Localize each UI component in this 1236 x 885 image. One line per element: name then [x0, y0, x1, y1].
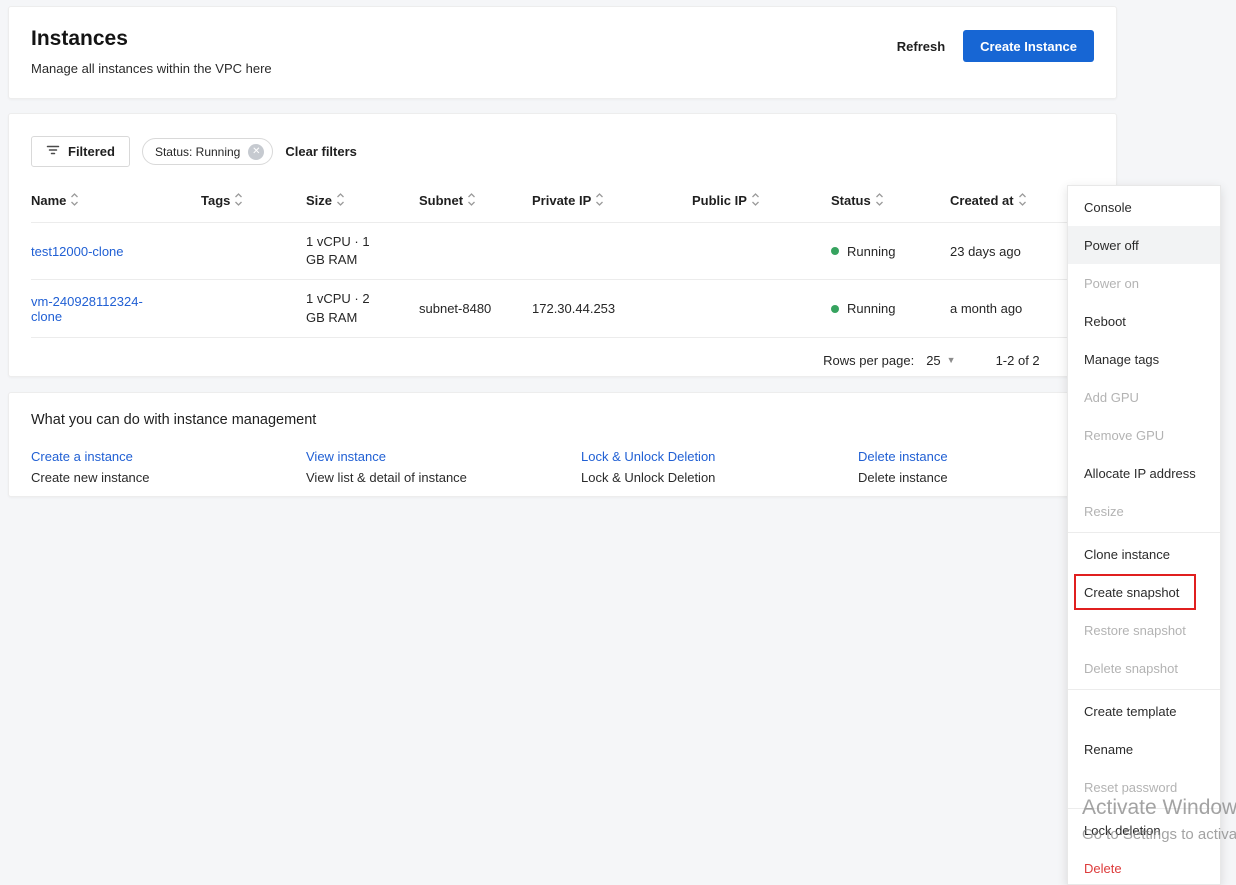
- instance-name-link[interactable]: test12000-clone: [31, 244, 124, 259]
- menu-item-allocate-ip-address[interactable]: Allocate IP address: [1068, 454, 1220, 492]
- help-item: Delete instance Delete instance: [858, 449, 1094, 485]
- page-title: Instances: [31, 27, 128, 50]
- delete-instance-link[interactable]: Delete instance: [858, 449, 948, 464]
- menu-item-console[interactable]: Console: [1068, 188, 1220, 226]
- sort-updown-icon: [467, 193, 476, 209]
- view-instance-link[interactable]: View instance: [306, 449, 386, 464]
- help-card: What you can do with instance management…: [8, 392, 1117, 497]
- pagination-bar: Rows per page: 25 ▼ 1-2 of 2 ‹: [31, 336, 1096, 383]
- sort-updown-icon: [70, 193, 79, 209]
- subnet-cell: [419, 221, 532, 280]
- sort-updown-icon: [1018, 193, 1027, 209]
- menu-divider: [1068, 532, 1220, 533]
- lock-unlock-deletion-link[interactable]: Lock & Unlock Deletion: [581, 449, 715, 464]
- sort-updown-icon: [336, 193, 345, 209]
- instances-card: Filtered Status: Running ✕ Clear filters…: [8, 113, 1117, 377]
- page-subtitle: Manage all instances within the VPC here: [31, 61, 272, 76]
- pagination-range: 1-2 of 2: [995, 352, 1040, 368]
- column-header-private-ip[interactable]: Private IP: [532, 181, 692, 223]
- status-badge: Running: [831, 244, 942, 259]
- status-badge: Running: [831, 301, 942, 316]
- filtered-button[interactable]: Filtered: [31, 136, 130, 167]
- table-row[interactable]: vm-240928112324-clone 1 vCPU · 2 GB RAM …: [31, 279, 1096, 337]
- help-item-description: Lock & Unlock Deletion: [581, 470, 716, 485]
- sort-updown-icon: [875, 193, 884, 209]
- help-item-description: Delete instance: [858, 470, 948, 485]
- filter-row: Filtered Status: Running ✕ Clear filters: [31, 136, 1094, 167]
- create-instance-button[interactable]: Create Instance: [963, 30, 1094, 62]
- chevron-down-icon: ▼: [946, 355, 956, 366]
- menu-item-manage-tags[interactable]: Manage tags: [1068, 340, 1220, 378]
- column-header-name[interactable]: Name: [31, 181, 201, 223]
- page-header-card: Instances Manage all instances within th…: [8, 6, 1117, 99]
- column-header-size[interactable]: Size: [306, 181, 419, 223]
- menu-item-resize: Resize: [1084, 503, 1124, 519]
- menu-item-power-on: Power on: [1084, 275, 1139, 291]
- menu-item-power-off[interactable]: Power off: [1068, 226, 1220, 264]
- menu-item-create-snapshot[interactable]: Create snapshot: [1068, 573, 1220, 611]
- column-header-status[interactable]: Status: [831, 181, 950, 223]
- header-actions: Refresh Create Instance: [897, 29, 1094, 63]
- instance-name-link[interactable]: vm-240928112324-clone: [31, 294, 159, 324]
- help-links-grid: Create a instance Create new instance Vi…: [31, 449, 1094, 485]
- context-menu: Console Power off Power on Reboot Manage…: [1067, 185, 1221, 885]
- filter-lines-icon: [46, 143, 60, 160]
- table-row[interactable]: test12000-clone 1 vCPU · 1 GB RAM Runnin…: [31, 221, 1096, 280]
- menu-item-reset-password: Reset password: [1084, 779, 1178, 795]
- public-ip-cell: [692, 221, 831, 280]
- tags-cell: [201, 279, 306, 337]
- size-cell: 1 vCPU · 1 GB RAM: [306, 234, 370, 268]
- menu-item-restore-snapshot: Restore snapshot: [1084, 622, 1186, 638]
- page-header-text: Instances Manage all instances within th…: [31, 27, 272, 78]
- menu-item-create-template[interactable]: Create template: [1068, 692, 1220, 730]
- refresh-button[interactable]: Refresh: [897, 39, 945, 54]
- help-item: Lock & Unlock Deletion Lock & Unlock Del…: [581, 449, 858, 485]
- filter-chip-label: Status: Running: [154, 144, 241, 159]
- status-dot-icon: [831, 247, 839, 256]
- create-instance-link[interactable]: Create a instance: [31, 449, 133, 464]
- menu-item-rename[interactable]: Rename: [1068, 730, 1220, 768]
- menu-item-add-gpu: Add GPU: [1084, 389, 1139, 405]
- menu-item-delete-snapshot: Delete snapshot: [1084, 660, 1178, 676]
- help-item-description: Create new instance: [31, 470, 150, 485]
- rows-per-page-select[interactable]: 25 ▼: [926, 353, 955, 368]
- filter-chip-status[interactable]: Status: Running ✕: [141, 138, 274, 165]
- public-ip-cell: [692, 279, 831, 337]
- status-dot-icon: [831, 304, 839, 313]
- menu-item-clone-instance[interactable]: Clone instance: [1068, 535, 1220, 573]
- help-item: Create a instance Create new instance: [31, 449, 306, 485]
- sort-updown-icon: [751, 193, 760, 209]
- close-circle-icon[interactable]: ✕: [248, 143, 265, 160]
- column-header-tags[interactable]: Tags: [201, 181, 306, 223]
- table-header-row: Name Tags Size Subnet Private IP Public …: [31, 181, 1096, 223]
- column-header-subnet[interactable]: Subnet: [419, 181, 532, 223]
- sort-updown-icon: [595, 193, 604, 209]
- private-ip-cell: 172.30.44.253: [532, 279, 692, 337]
- menu-divider: [1068, 808, 1220, 809]
- menu-item-lock-deletion[interactable]: Lock deletion: [1068, 811, 1220, 849]
- subnet-cell: subnet-8480: [419, 279, 532, 337]
- size-cell: 1 vCPU · 2 GB RAM: [306, 291, 370, 325]
- instances-table: Name Tags Size Subnet Private IP Public …: [31, 181, 1096, 337]
- menu-item-reboot[interactable]: Reboot: [1068, 302, 1220, 340]
- rows-per-page-label: Rows per page:: [823, 352, 915, 368]
- menu-item-remove-gpu: Remove GPU: [1084, 427, 1165, 443]
- help-title: What you can do with instance management: [31, 412, 317, 428]
- sort-updown-icon: [234, 193, 243, 209]
- help-item-description: View list & detail of instance: [306, 470, 467, 485]
- clear-filters-button[interactable]: Clear filters: [285, 144, 357, 159]
- filtered-button-label: Filtered: [68, 144, 115, 159]
- rows-per-page-value: 25: [926, 352, 941, 368]
- help-item: View instance View list & detail of inst…: [306, 449, 581, 485]
- menu-item-delete[interactable]: Delete: [1068, 849, 1220, 885]
- private-ip-cell: [532, 221, 692, 280]
- column-header-public-ip[interactable]: Public IP: [692, 181, 831, 223]
- menu-divider: [1068, 689, 1220, 690]
- tags-cell: [201, 221, 306, 280]
